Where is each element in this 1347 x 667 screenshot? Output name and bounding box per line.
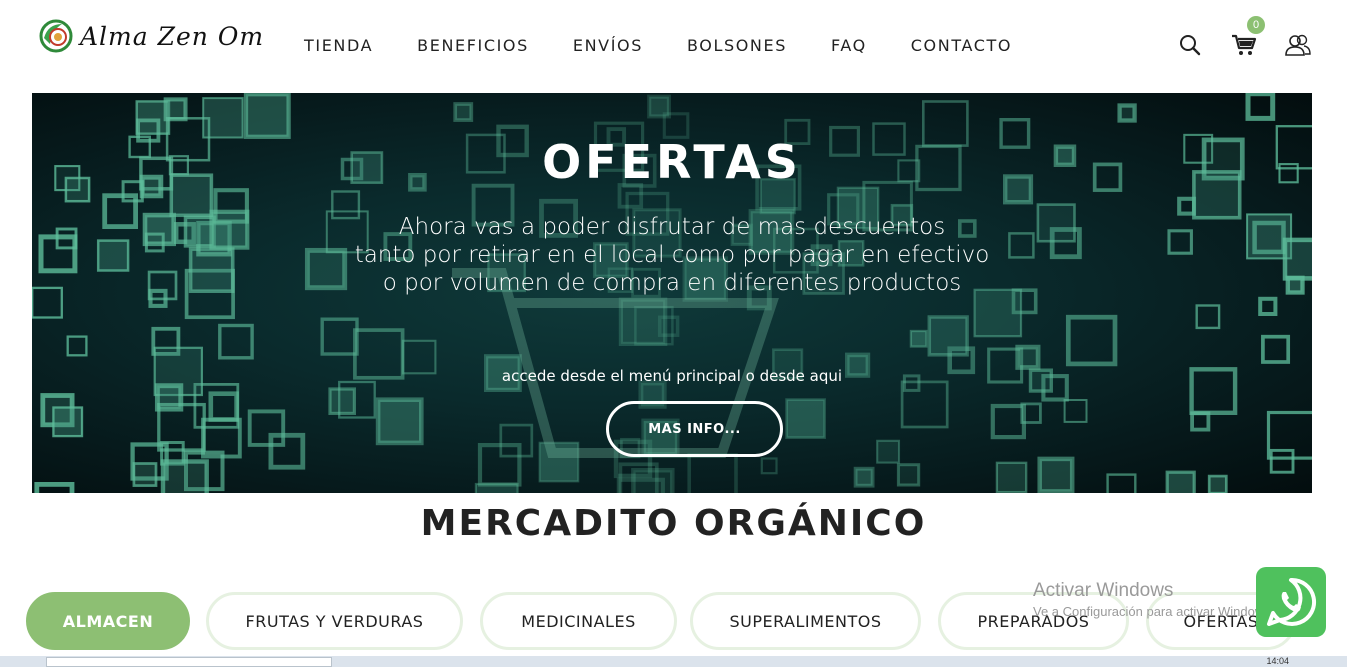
hero-line: Ahora vas a poder disfrutar de mas descu… xyxy=(398,214,946,240)
cart-icon xyxy=(1232,34,1257,55)
category-tab[interactable]: ALMACEN xyxy=(26,592,190,650)
cart-count-badge: 0 xyxy=(1247,16,1265,34)
brand-name: Alma Zen Om xyxy=(80,21,265,51)
taskbar-clock: 14:04 xyxy=(1266,656,1289,666)
header-actions: 0 xyxy=(1151,16,1313,60)
hero-text: Ahora vas a poder disfrutar de mas descu… xyxy=(32,213,1312,297)
os-taskbar: 14:04 xyxy=(0,656,1347,667)
search-icon[interactable] xyxy=(1175,30,1205,60)
site-logo[interactable]: Alma Zen Om xyxy=(38,18,264,54)
category-tab[interactable]: SUPERALIMENTOS xyxy=(690,592,921,650)
hero-title: OFERTAS xyxy=(542,135,802,189)
nav-link[interactable]: TIENDA xyxy=(304,36,373,55)
hero-subtitle: accede desde el menú principal o desde a… xyxy=(501,367,843,385)
category-tab[interactable]: FRUTAS Y VERDURAS xyxy=(206,592,463,650)
watermark-title: Activar Windows xyxy=(1033,580,1174,601)
windows-activation-watermark: Activar Windows Ve a Configuración para … xyxy=(1033,580,1274,619)
whatsapp-icon xyxy=(1267,577,1317,626)
user-icon[interactable] xyxy=(1283,30,1313,60)
main-nav: TIENDA BENEFICIOS ENVÍOS BOLSONES FAQ CONTACT… xyxy=(282,36,1034,55)
nav-link[interactable]: ENVÍOS xyxy=(573,36,643,55)
hero-banner: OFERTAS Ahora vas a poder disfrutar de m… xyxy=(32,93,1312,493)
hero-line: tanto por retirar en el local como por p… xyxy=(354,242,990,268)
alma-zen-om-logo-icon xyxy=(39,19,73,53)
taskbar-window[interactable] xyxy=(46,657,332,667)
nav-link[interactable]: FAQ xyxy=(831,36,867,55)
nav-link[interactable]: BENEFICIOS xyxy=(417,36,529,55)
mas-info-button[interactable]: MAS INFO... xyxy=(606,401,783,457)
whatsapp-button[interactable] xyxy=(1256,567,1326,637)
hero-line: o por volumen de compra en diferentes pr… xyxy=(382,270,962,296)
cart-button[interactable]: 0 xyxy=(1229,16,1265,60)
nav-link[interactable]: BOLSONES xyxy=(687,36,787,55)
site-header: Alma Zen Om TIENDA BENEFICIOS ENVÍOS BOLSON… xyxy=(0,0,1347,93)
category-tab[interactable]: MEDICINALES xyxy=(480,592,677,650)
section-title: MERCADITO ORGÁNICO xyxy=(420,503,927,544)
nav-link[interactable]: CONTACTO xyxy=(911,36,1012,55)
watermark-subtitle: Ve a Configuración para activar Windows. xyxy=(1033,604,1275,619)
